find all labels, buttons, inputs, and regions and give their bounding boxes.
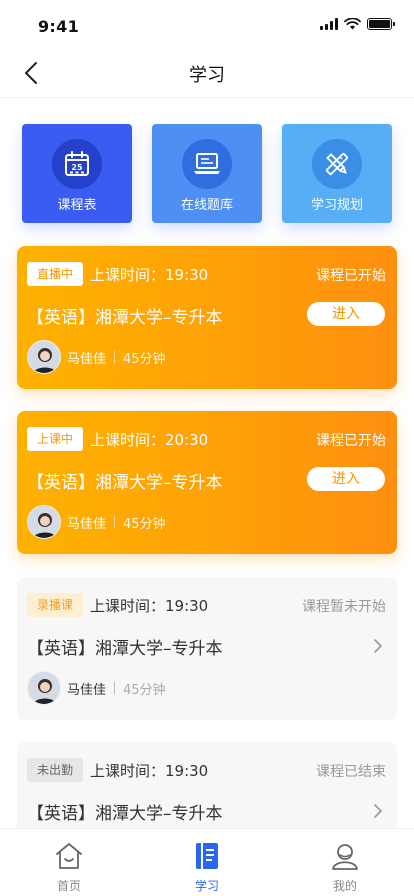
avatar <box>27 505 61 539</box>
teacher-info: 马佳佳 45分钟 <box>27 505 166 539</box>
class-time: 上课时间：19:30 <box>90 266 209 284</box>
status-icons <box>320 18 395 30</box>
course-card[interactable]: 直播中 上课时间：19:30 课程已开始 【英语】湘潭大学–专升本 进入 马佳佳… <box>17 246 397 389</box>
quick-action-label: 课程表 <box>57 198 97 213</box>
tab-mine[interactable]: 我的 <box>276 829 414 896</box>
quick-action-question-bank[interactable]: 在线题库 <box>152 124 262 223</box>
status-bar: 9:41 <box>0 0 414 48</box>
status-badge: 录播课 <box>27 593 84 617</box>
status-badge: 未出勤 <box>27 758 84 782</box>
teacher-name: 马佳佳 <box>67 516 107 532</box>
tab-label: 我的 <box>332 879 357 893</box>
page-title: 学习 <box>189 65 225 86</box>
tab-label: 首页 <box>56 879 81 893</box>
course-name: 【英语】湘潭大学–专升本 <box>27 804 223 824</box>
divider <box>114 682 116 694</box>
tab-label: 学习 <box>194 879 219 893</box>
quick-action-schedule[interactable]: 25 课程表 <box>22 124 132 223</box>
class-time: 上课时间：19:30 <box>90 762 209 780</box>
status-badge: 上课中 <box>27 427 84 451</box>
nav-bar: 学习 <box>0 48 414 98</box>
battery-icon <box>367 18 395 30</box>
teacher-info: 马佳佳 45分钟 <box>27 340 166 374</box>
quick-action-label: 学习规划 <box>310 198 363 213</box>
divider <box>114 516 116 528</box>
divider <box>114 351 116 363</box>
status-badge: 直播中 <box>27 262 84 286</box>
tab-study[interactable]: 学习 <box>138 829 276 896</box>
status-time: 9:41 <box>38 17 79 36</box>
quick-actions: 25 课程表 在线题库 学习规划 <box>22 124 392 223</box>
laptop-icon <box>182 139 232 189</box>
avatar <box>27 340 61 374</box>
class-time: 上课时间：20:30 <box>90 431 209 449</box>
enter-button[interactable]: 进入 <box>307 467 385 491</box>
course-status: 课程已结束 <box>316 764 386 780</box>
teacher-name: 马佳佳 <box>67 682 107 698</box>
teacher-info: 马佳佳 45分钟 <box>27 671 166 705</box>
course-status: 课程暂未开始 <box>302 599 386 615</box>
quick-action-study-plan[interactable]: 学习规划 <box>282 124 392 223</box>
tab-bar: 首页 学习 我的 <box>0 828 414 896</box>
user-icon <box>332 844 358 870</box>
avatar <box>27 671 61 705</box>
book-icon <box>196 843 218 869</box>
svg-text:25: 25 <box>71 163 83 172</box>
course-name: 【英语】湘潭大学–专升本 <box>27 639 223 659</box>
course-name: 【英语】湘潭大学–专升本 <box>27 308 223 328</box>
course-name: 【英语】湘潭大学–专升本 <box>27 473 223 493</box>
duration: 45分钟 <box>123 682 166 698</box>
pencil-ruler-icon <box>312 139 362 189</box>
tab-home[interactable]: 首页 <box>0 829 138 896</box>
course-card[interactable]: 上课中 上课时间：20:30 课程已开始 【英语】湘潭大学–专升本 进入 马佳佳… <box>17 411 397 554</box>
teacher-name: 马佳佳 <box>67 351 107 367</box>
enter-button[interactable]: 进入 <box>307 302 385 326</box>
class-time: 上课时间：19:30 <box>90 597 209 615</box>
course-card[interactable]: 录播课 上课时间：19:30 课程暂未开始 【英语】湘潭大学–专升本 马佳佳 4… <box>17 577 397 720</box>
chevron-right-icon[interactable] <box>371 804 385 818</box>
duration: 45分钟 <box>123 351 166 367</box>
course-status: 课程已开始 <box>316 433 386 449</box>
quick-action-label: 在线题库 <box>180 198 233 213</box>
calendar-icon: 25 <box>52 139 102 189</box>
wifi-icon <box>344 18 361 30</box>
duration: 45分钟 <box>123 516 166 532</box>
chevron-right-icon[interactable] <box>371 639 385 653</box>
course-status: 课程已开始 <box>316 268 386 284</box>
home-icon <box>56 843 82 869</box>
cellular-signal-icon <box>320 18 338 30</box>
